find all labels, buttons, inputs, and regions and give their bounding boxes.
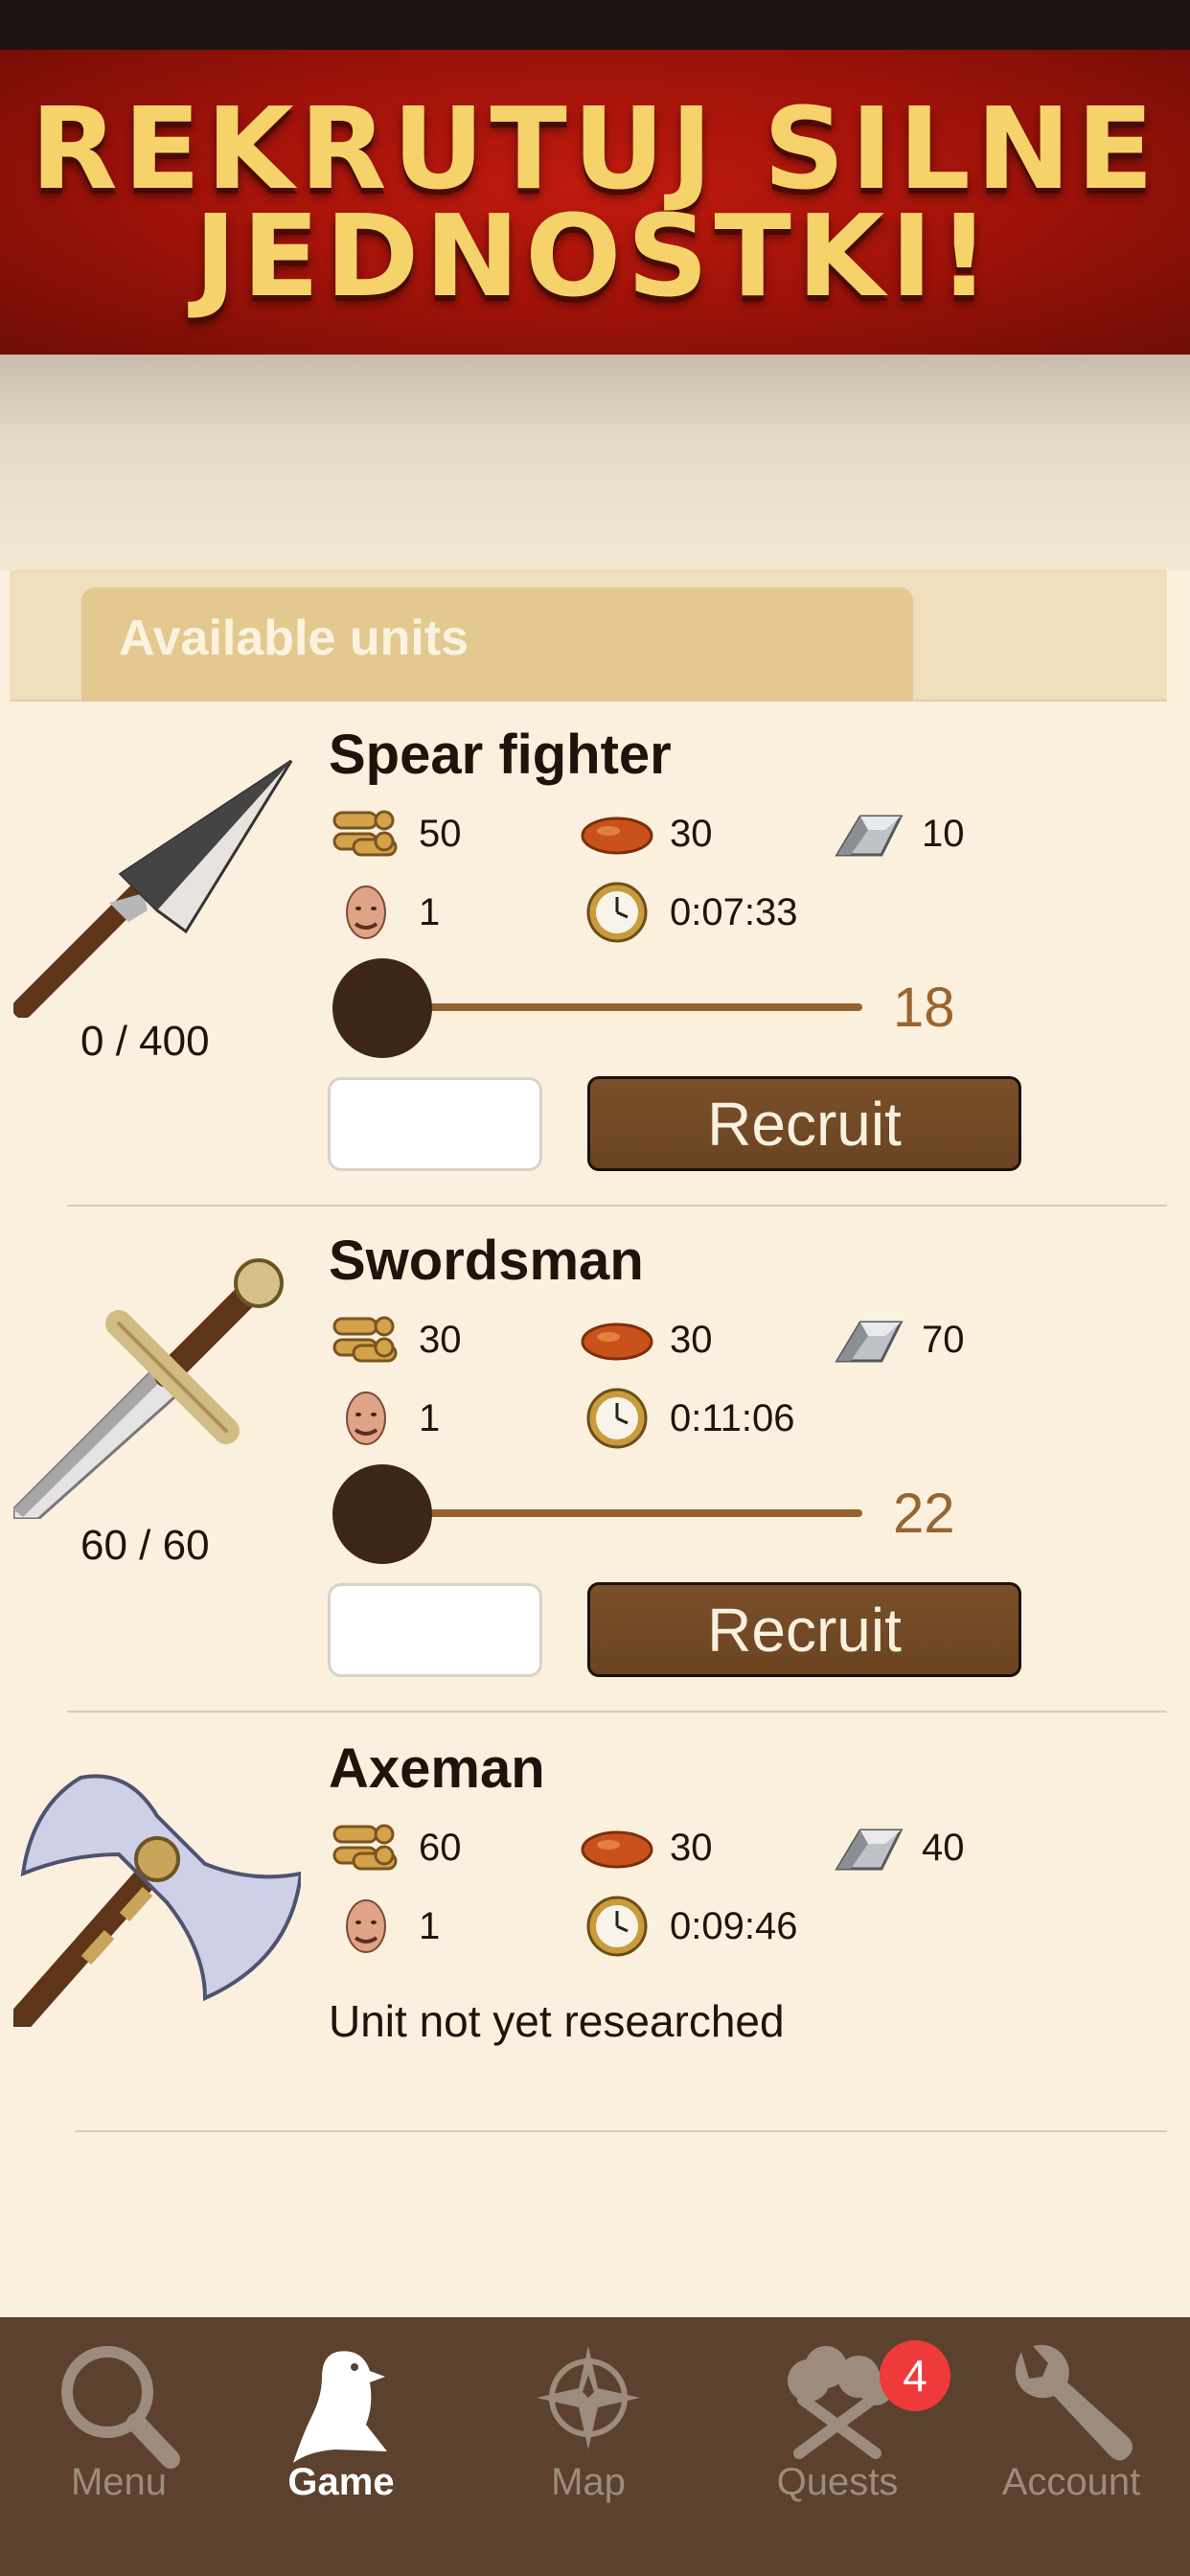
tab-label: Game (287, 2461, 395, 2503)
slider-value: 22 (893, 1483, 955, 1545)
clay-cost: 30 (580, 1306, 713, 1373)
wrench-icon (1015, 2344, 1133, 2461)
promo-banner: REKRUTUJ SILNE JEDNOSTKI! (0, 50, 1190, 355)
iron-value: 40 (922, 1826, 965, 1869)
clay-icon (580, 1814, 654, 1881)
recruit-button[interactable]: Recruit (587, 1076, 1021, 1171)
section-title: Available units (119, 610, 469, 666)
population-value: 1 (419, 1396, 441, 1439)
clock-icon (580, 1385, 654, 1452)
sword-icon (13, 1258, 284, 1519)
banner-title: REKRUTUJ SILNE JEDNOSTKI! (30, 82, 1160, 322)
unit-count: 60 / 60 (80, 1522, 210, 1569)
time-value: 0:07:33 (670, 890, 798, 933)
build-time: 0:07:33 (580, 879, 797, 946)
amount-slider-track[interactable] (378, 1003, 862, 1011)
clock-icon (580, 1893, 654, 1960)
clay-icon (580, 800, 654, 867)
iron-value: 70 (922, 1318, 965, 1361)
clay-value: 30 (670, 812, 713, 855)
unit-row-spear-fighter: 0 / 400 Spear fighter 50 30 10 1 0:07:33… (0, 702, 1190, 1205)
wood-value: 60 (419, 1826, 462, 1869)
population-value: 1 (419, 1904, 441, 1947)
tab-label: Account (1001, 2461, 1141, 2503)
clay-value: 30 (670, 1826, 713, 1869)
iron-icon (832, 800, 906, 867)
unit-row-axeman: Axeman 60 30 40 1 0:09:46 Unit not yet r… (0, 1715, 1190, 2128)
iron-cost: 40 (832, 1814, 965, 1881)
tab-label: Quests (776, 2461, 899, 2503)
divider (67, 1205, 1167, 1207)
population-icon (329, 1893, 403, 1960)
tab-game[interactable]: Game (222, 2317, 460, 2576)
iron-cost: 70 (832, 1306, 965, 1373)
wood-cost: 50 (329, 800, 462, 867)
wood-icon (329, 1306, 403, 1373)
slider-value: 18 (893, 977, 955, 1039)
compass-icon (537, 2346, 640, 2450)
tab-label: Menu (70, 2461, 168, 2503)
time-value: 0:09:46 (670, 1904, 798, 1947)
population-cost: 1 (329, 879, 440, 946)
tab-map[interactable]: Map (469, 2317, 707, 2576)
iron-icon (832, 1814, 906, 1881)
tab-bar: Menu Game Map Quests Account (0, 2317, 1190, 2576)
unit-name: Spear fighter (329, 724, 672, 786)
bird-icon (293, 2351, 387, 2463)
clock-icon (580, 879, 654, 946)
tab-menu[interactable]: Menu (0, 2317, 238, 2576)
status-bar (0, 0, 1190, 50)
divider (67, 1711, 1167, 1713)
amount-slider-thumb[interactable] (332, 958, 432, 1058)
population-icon (329, 1385, 403, 1452)
iron-icon (832, 1306, 906, 1373)
clay-cost: 30 (580, 1814, 713, 1881)
tab-account[interactable]: Account (952, 2317, 1190, 2576)
amount-input[interactable] (328, 1077, 542, 1171)
population-cost: 1 (329, 1385, 440, 1452)
wood-cost: 30 (329, 1306, 462, 1373)
axe-icon (13, 1774, 301, 2027)
amount-slider-track[interactable] (378, 1509, 862, 1517)
wood-value: 50 (419, 812, 462, 855)
amount-input[interactable] (328, 1583, 542, 1677)
build-time: 0:11:06 (580, 1385, 795, 1452)
wood-icon (329, 1814, 403, 1881)
spear-icon (13, 759, 293, 1018)
divider (75, 2130, 1167, 2132)
unit-name: Swordsman (329, 1230, 644, 1292)
time-value: 0:11:06 (670, 1396, 795, 1439)
population-value: 1 (419, 890, 441, 933)
search-icon (61, 2346, 180, 2469)
clay-cost: 30 (580, 800, 713, 867)
research-status: Unit not yet researched (329, 1996, 785, 2046)
unit-count: 0 / 400 (80, 1018, 210, 1065)
wood-icon (329, 800, 403, 867)
clay-icon (580, 1306, 654, 1373)
iron-value: 10 (922, 812, 965, 855)
clay-value: 30 (670, 1318, 713, 1361)
population-icon (329, 879, 403, 946)
recruit-button[interactable]: Recruit (587, 1582, 1021, 1677)
wood-cost: 60 (329, 1814, 462, 1881)
wood-value: 30 (419, 1318, 462, 1361)
unit-name: Axeman (329, 1737, 545, 1800)
header-background (0, 355, 1190, 570)
population-cost: 1 (329, 1893, 440, 1960)
tab-label: Map (551, 2461, 626, 2503)
unit-row-swordsman: 60 / 60 Swordsman 30 30 70 1 0:11:06 22 … (0, 1208, 1190, 1711)
quests-badge: 4 (880, 2340, 950, 2411)
build-time: 0:09:46 (580, 1893, 797, 1960)
amount-slider-thumb[interactable] (332, 1464, 432, 1564)
iron-cost: 10 (832, 800, 965, 867)
